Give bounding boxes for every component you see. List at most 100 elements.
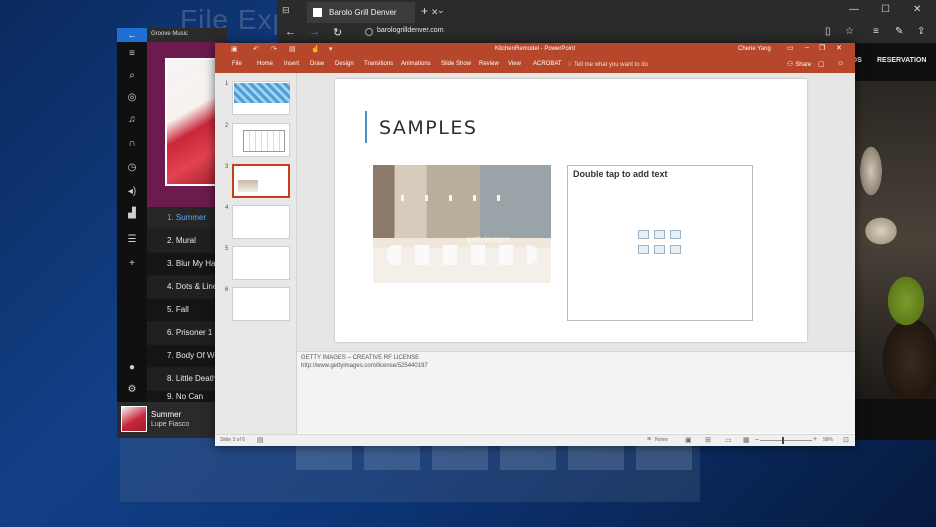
share-button[interactable]: ⚇ Share [787, 60, 811, 68]
close-icon[interactable]: ✕ [913, 4, 921, 15]
now-playing-artist: Lupe Fiasco [151, 421, 190, 428]
lightbulb-icon: ♢ [567, 62, 574, 68]
music-note-icon[interactable]: ♫ [123, 112, 141, 128]
playlist-icon[interactable]: ☰ [123, 232, 141, 248]
video-icon[interactable] [670, 245, 681, 254]
minimize-icon[interactable]: — [849, 4, 859, 15]
tab-animations[interactable]: Animations [401, 61, 431, 67]
new-tab-icon[interactable]: + [421, 4, 428, 18]
online-picture-icon[interactable] [654, 245, 665, 254]
tab-view[interactable]: View [508, 61, 521, 67]
slide-sorter-icon[interactable]: ⊞ [705, 436, 711, 444]
avatar[interactable]: ● [123, 360, 141, 376]
back-arrow-icon[interactable]: ← [117, 28, 147, 42]
refresh-icon[interactable]: ↻ [333, 26, 342, 39]
chart-icon[interactable]: ▟ [123, 206, 141, 222]
normal-view-icon[interactable]: ▣ [685, 436, 692, 444]
browser-tab[interactable]: Barolo Grill Denver ✕ [307, 2, 439, 23]
headphones-icon[interactable]: ∩ [123, 136, 141, 152]
smiley-icon[interactable]: ☺ [837, 60, 844, 67]
food-photo [851, 81, 936, 399]
zoom-slider-thumb[interactable] [782, 437, 784, 444]
slide-number: 5 [225, 246, 229, 252]
tab-acrobat[interactable]: ACROBAT [533, 61, 562, 67]
zoom-level[interactable]: 99% [823, 437, 833, 443]
picture-icon[interactable] [638, 245, 649, 254]
tell-me-text: Tell me what you want to do [573, 62, 648, 68]
fit-to-window-icon[interactable]: ⊡ [843, 436, 849, 444]
gear-icon[interactable]: ⚙ [123, 382, 141, 398]
tab-file[interactable]: File [232, 61, 242, 67]
now-playing-art [121, 406, 147, 432]
slide-thumbnail-2[interactable] [232, 123, 290, 157]
tab-draw[interactable]: Draw [310, 61, 324, 67]
now-playing-icon[interactable]: ◂) [123, 184, 141, 200]
tab-insert[interactable]: Insert [284, 61, 299, 67]
thumb-pattern [234, 83, 290, 103]
slide-thumbnail-4[interactable] [232, 205, 290, 239]
share-icon[interactable]: ⇪ [917, 26, 925, 37]
image-watermark: gettyimages [467, 235, 511, 244]
slide-number: 1 [225, 81, 229, 87]
tab-transitions[interactable]: Transitions [364, 61, 393, 67]
hamburger-icon[interactable]: ≡ [123, 46, 141, 62]
reading-view-icon[interactable]: ▯ [825, 26, 831, 37]
current-slide[interactable]: SAMPLES gettyimages Double tap to add te… [335, 79, 807, 342]
comments-icon[interactable]: ▢ [818, 60, 825, 68]
notes-pane[interactable]: GETTY IMAGES – CREATIVE RF LICENSE http:… [297, 351, 855, 433]
tell-me-search[interactable]: ♢ Tell me what you want to do [567, 61, 648, 68]
notes-line: GETTY IMAGES – CREATIVE RF LICENSE [301, 355, 420, 361]
kitchen-lights [401, 195, 521, 201]
smartart-icon[interactable] [670, 230, 681, 239]
site-info-icon[interactable] [365, 28, 373, 36]
minimize-icon[interactable]: – [805, 44, 809, 51]
search-icon[interactable]: ⌕ [123, 68, 141, 84]
notes-icon[interactable]: ≡ [647, 436, 651, 443]
close-icon[interactable]: ✕ [836, 44, 842, 52]
notes-toggle[interactable]: Notes [655, 437, 668, 443]
zoom-in-icon[interactable]: + [813, 436, 817, 443]
slide-canvas: SAMPLES gettyimages Double tap to add te… [297, 73, 855, 351]
tab-preview-icon[interactable]: ⊟ [282, 5, 290, 16]
tab-review[interactable]: Review [479, 61, 499, 67]
status-bar: Slide 3 of 6 ▤ ≡ Notes ▣ ⊞ ▭ ▦ – + 99% ⊡ [215, 434, 855, 446]
zoom-out-icon[interactable]: – [755, 436, 759, 443]
powerpoint-window: ▣ ↶ ↷ ▤ ☝ ▾ KitchenRemodel - PowerPoint … [215, 43, 855, 446]
kitchen-photo[interactable]: gettyimages [373, 165, 551, 283]
hub-icon[interactable]: ≡ [873, 26, 879, 37]
slide-thumbnail-pane: 1 2 3 4 5 6 [215, 73, 297, 434]
add-icon[interactable]: + [123, 256, 141, 272]
slide-thumbnail-1[interactable] [232, 81, 290, 115]
favorite-star-icon[interactable]: ☆ [845, 26, 854, 37]
slideshow-icon[interactable]: ▦ [743, 436, 750, 444]
tab-design[interactable]: Design [335, 61, 354, 67]
spell-check-icon[interactable]: ▤ [257, 436, 264, 444]
back-icon[interactable]: ← [285, 26, 296, 38]
account-name[interactable]: Cherie Yang [738, 46, 771, 52]
maximize-icon[interactable]: ☐ [881, 4, 890, 15]
notes-line: http://www.gettyimages.com/license/52544… [301, 363, 428, 369]
slide-title[interactable]: SAMPLES [379, 117, 477, 139]
chevron-down-icon[interactable]: ⌄ [437, 5, 445, 16]
site-nav-item-reservation[interactable]: RESERVATION [877, 57, 926, 64]
table-icon[interactable] [638, 230, 649, 239]
clock-icon[interactable]: ◷ [123, 160, 141, 176]
restore-icon[interactable]: ❐ [819, 44, 825, 52]
chart-icon[interactable] [654, 230, 665, 239]
radio-icon[interactable]: ◎ [123, 90, 141, 106]
slide-thumbnail-5[interactable] [232, 246, 290, 280]
ribbon-options-icon[interactable]: ▭ [787, 44, 794, 52]
thumb-image [238, 180, 258, 192]
tab-home[interactable]: Home [257, 61, 273, 67]
slide-thumbnail-3[interactable] [232, 164, 290, 198]
zoom-slider[interactable] [760, 440, 812, 441]
address-bar[interactable]: barologrilldenver.com [377, 27, 444, 34]
now-playing-bar[interactable]: Summer Lupe Fiasco [117, 402, 227, 438]
content-placeholder[interactable]: Double tap to add text [567, 165, 753, 321]
edge-toolbar: ← → ↻ barologrilldenver.com ▯ ☆ ≡ ✎ ⇪ [277, 23, 936, 43]
tab-slide-show[interactable]: Slide Show [441, 61, 471, 67]
forward-icon[interactable]: → [309, 26, 320, 38]
reading-view-icon[interactable]: ▭ [725, 436, 732, 444]
slide-thumbnail-6[interactable] [232, 287, 290, 321]
web-note-icon[interactable]: ✎ [895, 26, 903, 37]
